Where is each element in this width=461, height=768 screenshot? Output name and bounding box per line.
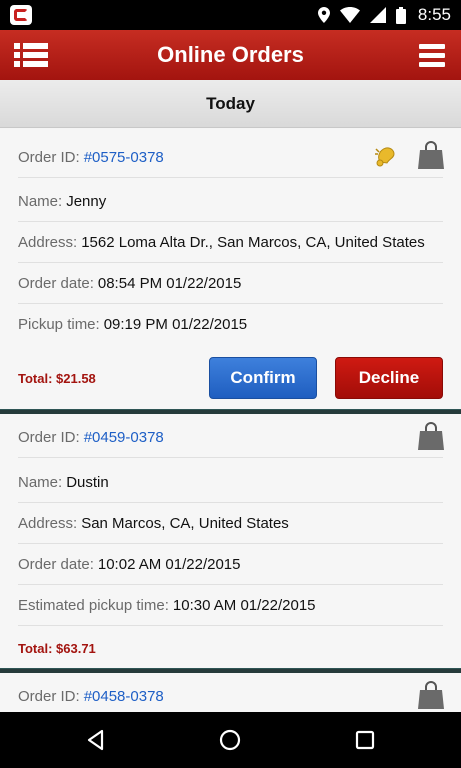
order-card[interactable]: Order ID: #0459-0378 Name: Dustin Addres… [0, 414, 461, 668]
customer-address: San Marcos, CA, United States [81, 514, 289, 532]
order-id-link[interactable]: #0458-0378 [84, 688, 164, 705]
name-label: Name: [18, 192, 63, 210]
status-bar: 8:55 [0, 0, 461, 30]
home-icon[interactable] [218, 728, 242, 752]
order-card[interactable]: Order ID: #0575-0378 Name: Jenny Address… [0, 129, 461, 409]
app-notification-icon [10, 5, 32, 25]
address-label: Address: [18, 514, 78, 532]
order-date: 08:54 PM 01/22/2015 [97, 274, 242, 292]
section-header-today: Today [0, 80, 461, 128]
order-date-label: Order date: [18, 555, 94, 573]
signal-icon [369, 7, 386, 23]
order-total: Total: $63.71 [18, 641, 96, 656]
order-id-link[interactable]: #0459-0378 [84, 429, 164, 446]
pickup-time: 10:30 AM 01/22/2015 [172, 596, 316, 614]
wifi-icon [339, 7, 360, 23]
order-total: Total: $21.58 [18, 371, 96, 386]
order-date-label: Order date: [18, 274, 94, 292]
back-icon[interactable] [84, 728, 108, 752]
order-id-label: Order ID: [18, 688, 80, 705]
order-card[interactable]: Order ID: #0458-0378 [0, 673, 461, 712]
battery-icon [395, 6, 406, 24]
page-title: Online Orders [157, 42, 304, 67]
confirm-button[interactable]: Confirm [209, 357, 317, 399]
system-navigation-bar [0, 712, 461, 768]
pickup-time-label: Pickup time: [18, 316, 100, 333]
customer-address: 1562 Loma Alta Dr., San Marcos, CA, Unit… [81, 233, 425, 251]
shopping-bag-icon [418, 422, 444, 450]
pickup-time-label: Estimated pickup time: [18, 596, 169, 614]
order-id-label: Order ID: [18, 428, 80, 446]
order-id-link[interactable]: #0575-0378 [84, 149, 164, 166]
menu-icon[interactable] [419, 44, 445, 68]
bell-icon[interactable] [374, 145, 396, 167]
decline-button[interactable]: Decline [335, 357, 443, 399]
order-id-label: Order ID: [18, 148, 80, 166]
recents-icon[interactable] [353, 728, 377, 752]
shopping-bag-icon [418, 681, 444, 709]
order-date: 10:02 AM 01/22/2015 [97, 555, 241, 573]
name-label: Name: [18, 473, 63, 491]
customer-name: Jenny [66, 192, 107, 210]
customer-name: Dustin [66, 473, 109, 491]
shopping-bag-icon [418, 141, 444, 169]
pickup-time: 09:19 PM 01/22/2015 [103, 316, 248, 333]
location-icon [317, 7, 330, 23]
address-label: Address: [18, 233, 78, 251]
app-header: Online Orders [0, 30, 461, 80]
status-time: 8:55 [417, 5, 451, 24]
